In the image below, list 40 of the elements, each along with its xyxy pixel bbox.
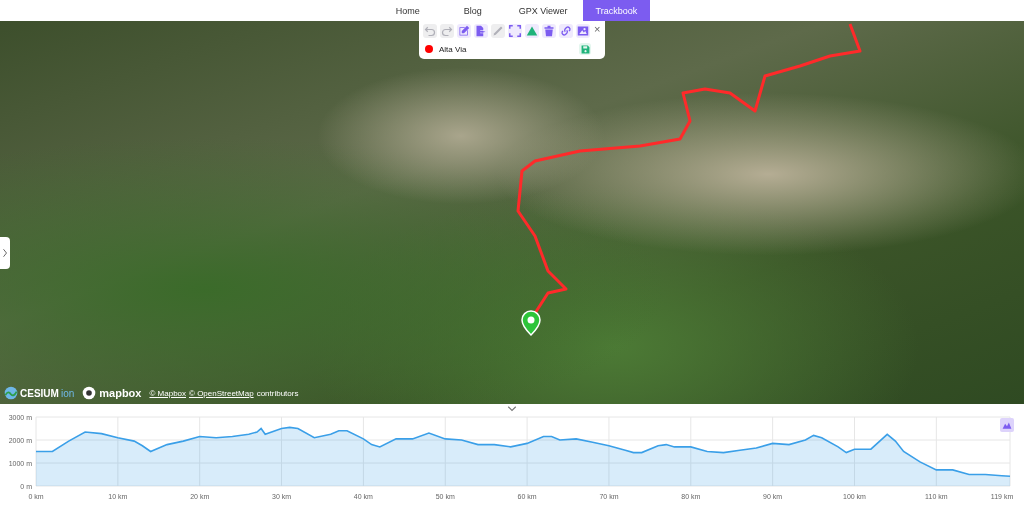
undo-icon xyxy=(424,25,436,37)
link-icon xyxy=(560,25,572,37)
toolbar-button[interactable] xyxy=(525,24,539,38)
nav-tab[interactable]: GPX Viewer xyxy=(503,0,583,21)
image-icon xyxy=(577,25,589,37)
toolbar-button[interactable] xyxy=(508,24,522,38)
attribution-text: contributors xyxy=(256,388,299,398)
map-pin-icon[interactable] xyxy=(521,310,541,336)
nav-tab[interactable]: Blog xyxy=(441,0,504,21)
cesium-wordmark: CESIUM xyxy=(20,387,59,399)
close-button[interactable]: × xyxy=(594,24,601,34)
fullscreen-icon xyxy=(509,25,521,37)
ion-wordmark: ion xyxy=(60,387,75,399)
chevron-right-icon xyxy=(2,248,8,258)
toolbar-button[interactable] xyxy=(457,24,471,38)
cesium-mark-icon xyxy=(4,386,18,400)
toolbar-button[interactable] xyxy=(576,24,590,38)
edit-icon xyxy=(458,25,470,37)
attribution-link[interactable]: © OpenStreetMap xyxy=(189,388,254,398)
save-icon xyxy=(580,44,590,54)
chart-options-button[interactable] xyxy=(1000,418,1014,432)
toolbar-button[interactable] xyxy=(542,24,556,38)
triangle-icon xyxy=(526,25,538,37)
file-arrow-icon xyxy=(475,25,487,37)
chevron-down-icon[interactable] xyxy=(507,406,517,412)
pencil-icon xyxy=(492,25,504,37)
mapbox-mark-icon xyxy=(82,386,97,400)
sidebar-toggle-button[interactable] xyxy=(0,237,10,269)
nav-tab[interactable]: Home xyxy=(373,0,442,21)
toolbar-button[interactable] xyxy=(559,24,573,38)
track-name[interactable]: Alta Via xyxy=(439,44,579,54)
attribution-link[interactable]: © Mapbox xyxy=(149,388,187,398)
mountain-chart-icon xyxy=(1002,420,1012,430)
satellite-terrain-map[interactable]: × Alta Via CESIUM ion mapbox © Mapbox © OpenStreetMap contributors xyxy=(0,21,1024,404)
toolbar-button[interactable] xyxy=(474,24,488,38)
trash-icon xyxy=(543,25,555,37)
mapbox-wordmark: mapbox xyxy=(99,387,142,399)
redo-icon xyxy=(441,25,453,37)
save-button[interactable] xyxy=(579,43,591,55)
nav-tab[interactable]: Trackbook xyxy=(582,0,651,21)
